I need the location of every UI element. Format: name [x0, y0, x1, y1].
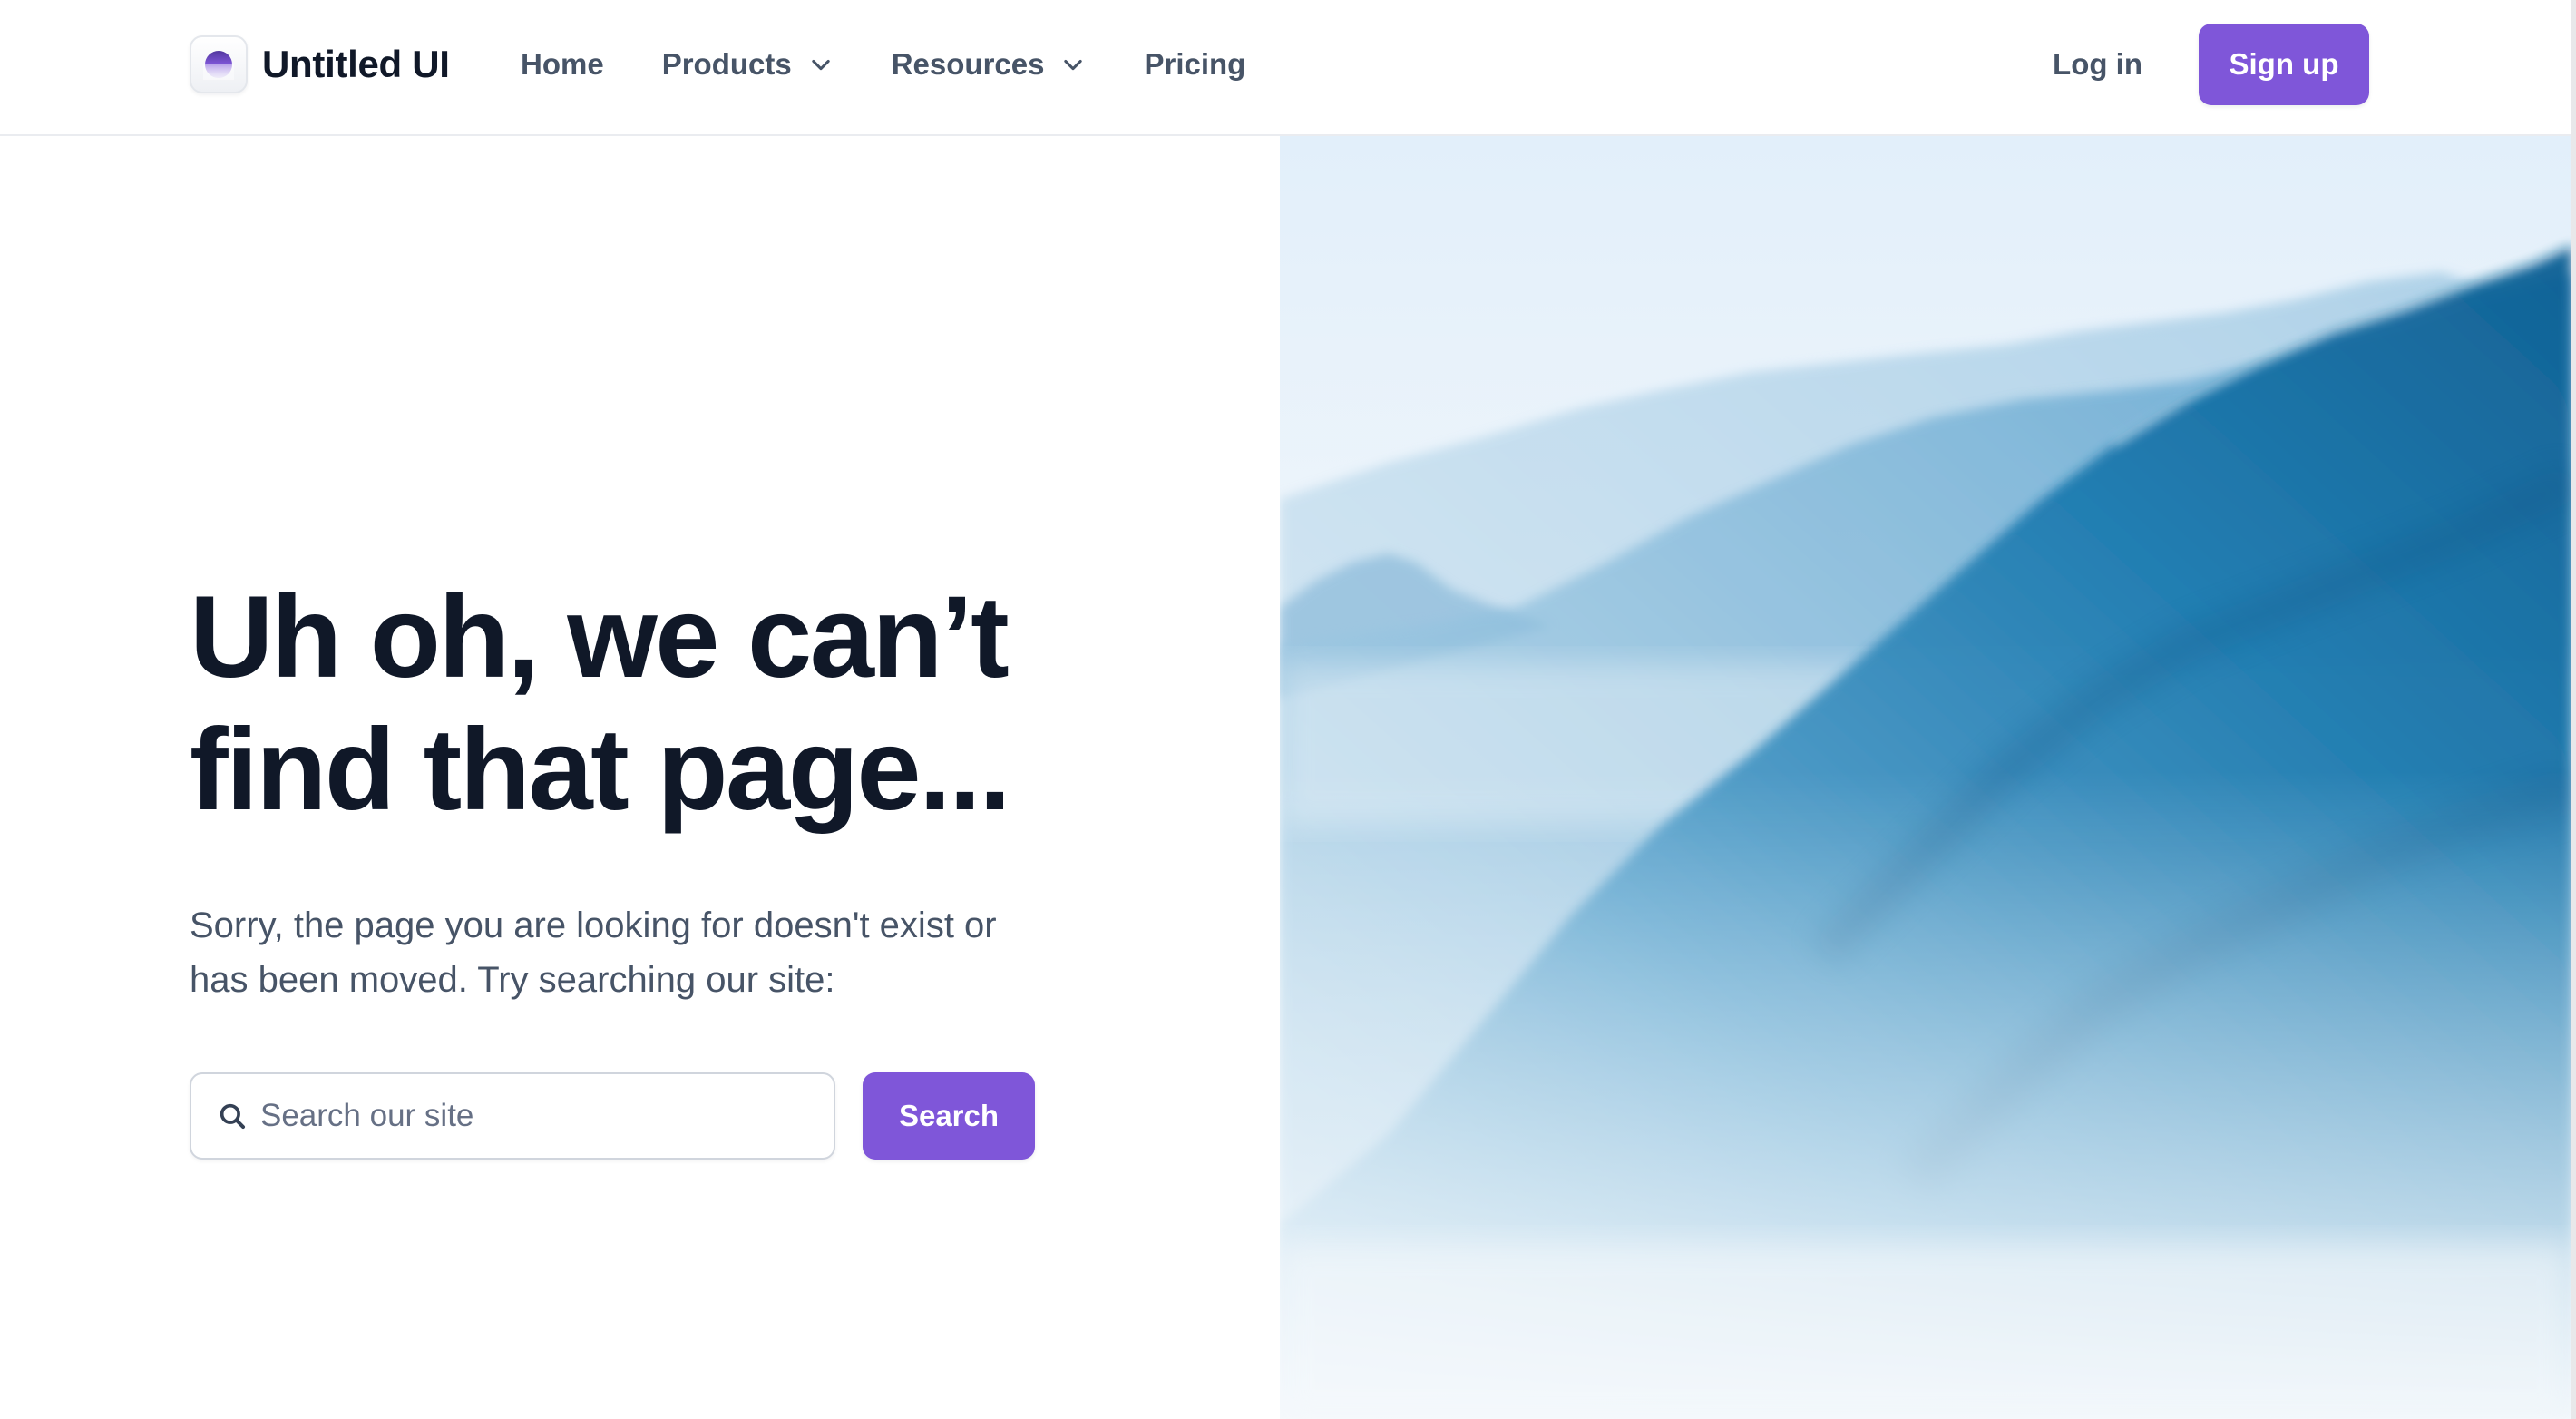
top-navbar: Untitled UI Home Products Resources Pric…	[0, 0, 2576, 136]
search-button-label: Search	[898, 1099, 1000, 1132]
page-title-line-2: find that page...	[190, 705, 1011, 835]
misty-mountains-image	[1280, 136, 2571, 1419]
search-button[interactable]: Search	[863, 1072, 1035, 1160]
page-title-line-1: Uh oh, we can’t	[190, 572, 1010, 702]
search-icon	[217, 1101, 248, 1131]
error-description: Sorry, the page you are looking for does…	[190, 898, 1097, 1007]
signup-button[interactable]: Sign up	[2199, 24, 2369, 105]
error-description-line-1: Sorry, the page you are looking for does…	[190, 905, 997, 945]
error-description-line-2: has been moved. Try searching our site:	[190, 960, 835, 1000]
nav-resources-label: Resources	[891, 47, 1045, 81]
search-field[interactable]	[190, 1072, 835, 1160]
nav-home-label: Home	[521, 47, 604, 81]
page-scrollbar-edge	[2571, 0, 2576, 1419]
nav-resources-dropdown[interactable]: Resources	[892, 47, 1087, 82]
auth-actions: Log in Sign up	[2053, 24, 2369, 105]
site-search-form: Search	[190, 1072, 1035, 1160]
nav-home-link[interactable]: Home	[521, 47, 604, 82]
nav-products-dropdown[interactable]: Products	[662, 47, 834, 82]
nav-products-label: Products	[661, 47, 792, 81]
nav-pricing-link[interactable]: Pricing	[1144, 47, 1245, 82]
login-button[interactable]: Log in	[2053, 47, 2142, 82]
chevron-down-icon	[1060, 52, 1086, 77]
page-title: Uh oh, we can’t find that page...	[190, 572, 1187, 837]
error-hero: Uh oh, we can’t find that page... Sorry,…	[190, 572, 1187, 1007]
chevron-down-icon	[808, 52, 834, 77]
untitled-ui-logo-icon	[190, 35, 248, 93]
search-input[interactable]	[259, 1097, 806, 1135]
nav-pricing-label: Pricing	[1144, 47, 1246, 81]
signup-button-label: Sign up	[2229, 47, 2339, 81]
brand-logo-link[interactable]: Untitled UI	[190, 34, 450, 94]
primary-nav: Home Products Resources Pricing	[521, 36, 1303, 93]
brand-name: Untitled UI	[262, 43, 450, 85]
